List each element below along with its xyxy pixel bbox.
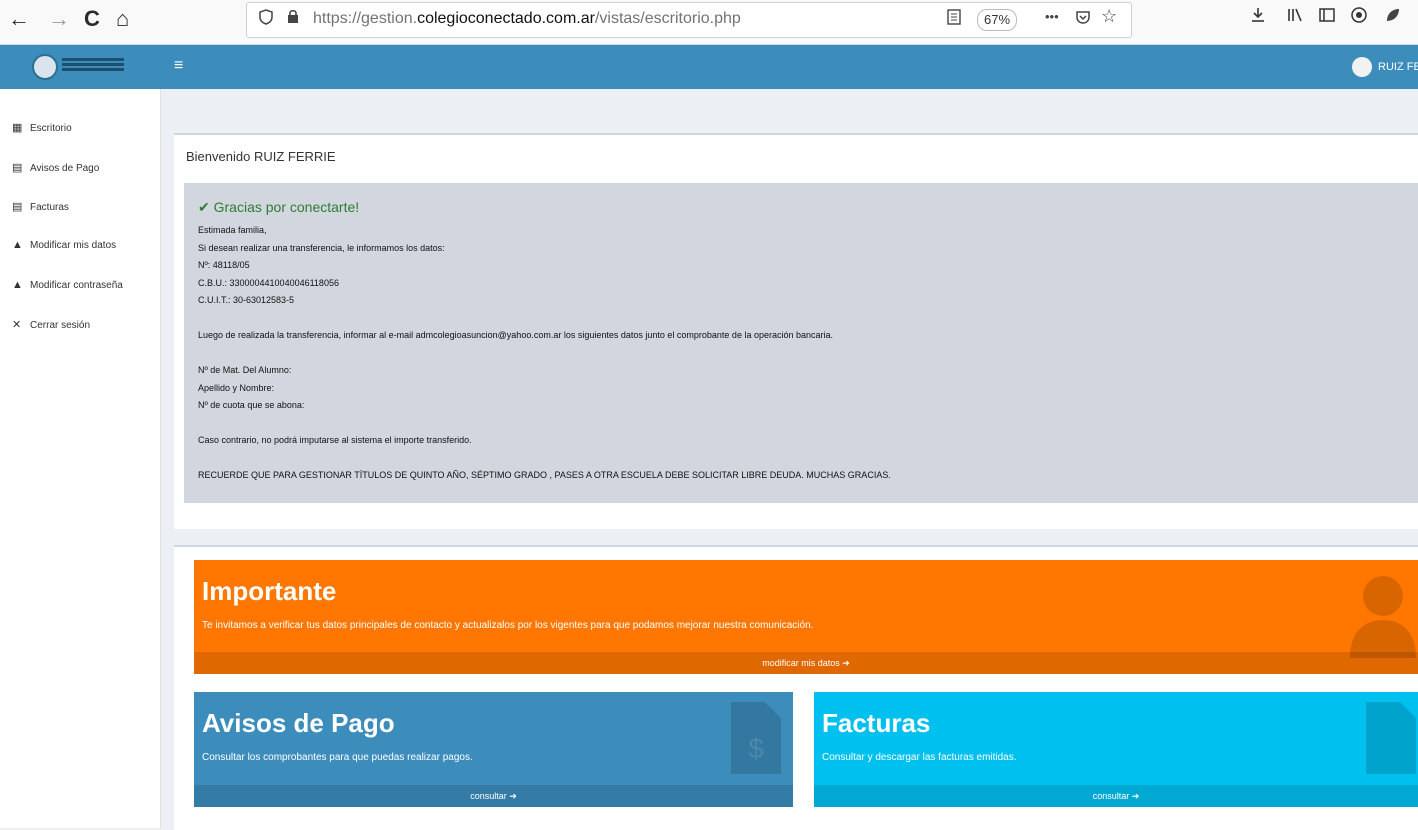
alert-line (198, 453, 891, 471)
app-header: ≡ RUIZ FE (0, 45, 1418, 89)
alert-line: C.B.U.: 3300004410040046118056 (198, 277, 339, 288)
facturas-consult-link[interactable]: consultar ➔ (814, 785, 1418, 807)
sidebar-toggle-icon[interactable] (1318, 6, 1336, 29)
alert-line: Nº de Mat. Del Alumno: (198, 365, 292, 375)
reader-view-icon[interactable] (947, 9, 961, 30)
welcome-box: Bienvenido RUIZ FERRIE ✔ Gracias por con… (174, 133, 1418, 529)
alert-line: Nº de cuota que se abona: (198, 400, 305, 410)
reload-icon[interactable]: C (84, 6, 100, 32)
lock-icon: ▲ (12, 279, 23, 291)
zoom-level[interactable]: 67% (977, 9, 1018, 31)
school-logo[interactable] (22, 50, 134, 84)
download-icon[interactable] (1250, 6, 1266, 29)
invoice-icon (1366, 702, 1416, 774)
important-title: Importante (202, 576, 337, 606)
avisos-text: Consultar los comprobantes para que pued… (202, 752, 473, 763)
avatar (1352, 57, 1372, 77)
pocket-icon[interactable] (1075, 9, 1091, 30)
home-icon[interactable]: ⌂ (116, 6, 129, 32)
logo-text-mark (62, 58, 124, 61)
file-icon: ▤ (12, 162, 23, 174)
browser-toolbar: ← → C ⌂ https://gestion.colegioconectado… (0, 0, 1418, 45)
sidebar-item-cerrar-sesion[interactable]: ✕ Cerrar sesión (12, 318, 90, 331)
main-content: Bienvenido RUIZ FERRIE ✔ Gracias por con… (162, 89, 1418, 830)
avisos-title: Avisos de Pago (202, 708, 395, 738)
sidebar-item-modificar-mis-datos[interactable]: ▲ Modificar mis datos (12, 239, 116, 251)
check-icon: ✔ (198, 199, 210, 215)
facturas-text: Consultar y descargar las facturas emiti… (822, 752, 1017, 763)
file-text-icon: ▤ (12, 201, 23, 213)
dashboard-icon: ▦ (12, 122, 23, 134)
user-menu[interactable]: RUIZ FE (1352, 57, 1418, 77)
sidebar-item-facturas[interactable]: ▤ Facturas (12, 200, 69, 213)
logo-seal-icon (32, 54, 58, 80)
sidebar-item-modificar-contrasena[interactable]: ▲ Modificar contraseña (12, 279, 123, 291)
user-name: RUIZ FE (1378, 60, 1418, 73)
facturas-box: Facturas Consultar y descargar las factu… (814, 692, 1418, 807)
alert-line: RECUERDE QUE PARA GESTIONAR TÍTULOS DE Q… (198, 470, 891, 480)
facturas-title: Facturas (822, 708, 931, 738)
info-alert: ✔ Gracias por conectarte! Estimada famil… (184, 183, 1418, 503)
user-icon (1350, 576, 1416, 658)
invoice-dollar-icon: $ (731, 702, 781, 774)
welcome-message: Bienvenido RUIZ FERRIE (186, 149, 336, 164)
shield-icon[interactable] (259, 9, 273, 30)
extension-leaf-icon[interactable] (1384, 6, 1402, 29)
alert-line: Apellido y Nombre: (198, 382, 275, 393)
back-icon[interactable]: ← (8, 6, 30, 32)
avisos-box: $ Avisos de Pago Consultar los comproban… (194, 692, 793, 807)
important-box: Importante Te invitamos a verificar tus … (194, 560, 1418, 674)
important-text: Te invitamos a verificar tus datos princ… (202, 620, 814, 631)
alert-line: Caso contrario, no podrá imputarse al si… (198, 435, 472, 445)
alert-line: Estimada familia, (198, 225, 267, 235)
url-text[interactable]: https://gestion.colegioconectado.com.ar/… (313, 10, 741, 28)
svg-text:$: $ (748, 733, 764, 764)
alert-line (198, 418, 891, 436)
alert-body: Estimada familia, Si desean realizar una… (198, 225, 891, 488)
alert-line (198, 313, 891, 331)
user-icon: ▲ (12, 239, 23, 251)
forward-icon[interactable]: → (48, 6, 70, 32)
shortcuts-box: Importante Te invitamos a verificar tus … (174, 545, 1418, 830)
sidebar: ▦ Escritorio ▤ Avisos de Pago ▤ Facturas ▲ M… (0, 89, 161, 828)
bookmark-star-icon[interactable]: ☆ (1101, 6, 1117, 27)
alert-line: Nº: 48118/05 (198, 260, 250, 270)
extension-icon[interactable] (1350, 6, 1368, 29)
alert-line (198, 348, 891, 366)
sidebar-item-avisos-de-pago[interactable]: ▤ Avisos de Pago (12, 161, 99, 174)
alert-line: Luego de realizada la transferencia, inf… (198, 330, 834, 340)
modify-data-link[interactable]: modificar mis datos ➔ (194, 652, 1418, 674)
menu-toggle-icon[interactable]: ≡ (174, 57, 183, 75)
sidebar-item-escritorio[interactable]: ▦ Escritorio (12, 121, 72, 134)
url-bar[interactable]: https://gestion.colegioconectado.com.ar/… (246, 2, 1132, 38)
close-icon: ✕ (12, 319, 22, 331)
lock-icon[interactable] (287, 9, 299, 29)
alert-title: ✔ Gracias por conectarte! (198, 199, 360, 215)
library-icon[interactable] (1286, 6, 1304, 29)
avisos-consult-link[interactable]: consultar ➔ (194, 785, 793, 807)
alert-line: C.U.I.T.: 30-63012583-5 (198, 295, 295, 305)
more-icon[interactable]: ••• (1045, 9, 1059, 24)
alert-line: Si desean realizar una transferencia, le… (198, 242, 445, 253)
